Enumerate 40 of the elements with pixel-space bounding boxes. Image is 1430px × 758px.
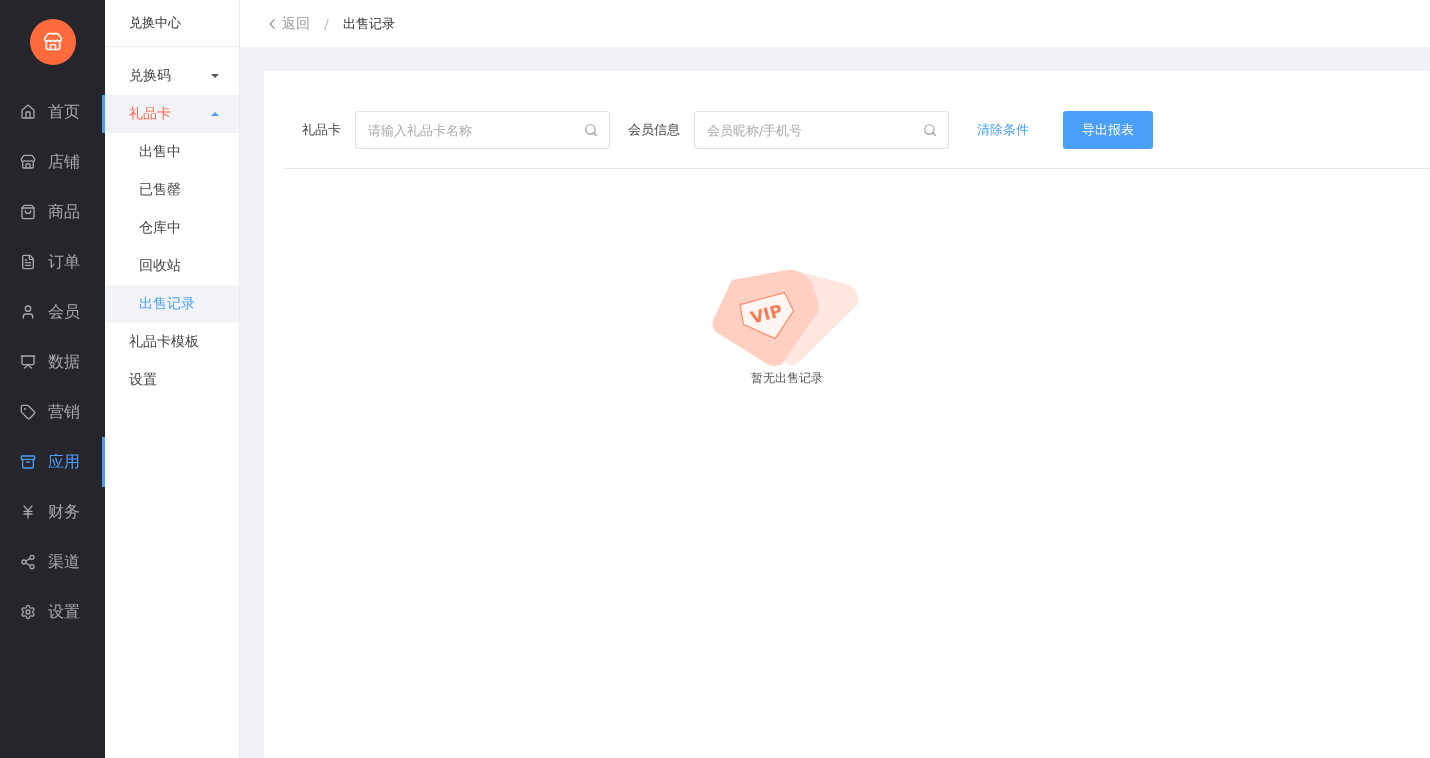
nav-item[interactable]: 应用: [0, 437, 105, 487]
nav-item[interactable]: 营销: [0, 387, 105, 437]
breadcrumb-current: 出售记录: [342, 14, 395, 33]
nav-item[interactable]: 数据: [0, 337, 105, 387]
filter-label: 会员信息: [628, 121, 680, 139]
search-icon: [923, 123, 937, 137]
box-icon: [20, 454, 36, 470]
nav-item[interactable]: 订单: [0, 237, 105, 287]
nav-item[interactable]: 首页: [0, 87, 105, 137]
search-field[interactable]: 请输入礼品卡名称: [355, 111, 610, 149]
search-field[interactable]: 会员昵称/手机号: [694, 111, 949, 149]
store-icon: [20, 154, 36, 170]
sub-nav-item[interactable]: 出售中: [105, 133, 239, 171]
nav-item[interactable]: 会员: [0, 287, 105, 337]
sub-nav-item[interactable]: 已售罄: [105, 171, 239, 209]
chart-board-icon: [20, 354, 36, 370]
sub-nav-item[interactable]: 仓库中: [105, 209, 239, 247]
nav-item[interactable]: 渠道: [0, 537, 105, 587]
bag-icon: [20, 204, 36, 220]
settings-icon: [20, 604, 36, 620]
sub-nav-item[interactable]: 礼品卡模板: [105, 323, 239, 361]
yen-icon: [20, 504, 36, 520]
filter-label: 礼品卡: [302, 121, 341, 139]
sub-nav-item[interactable]: 设置: [105, 361, 239, 399]
nav-item[interactable]: 设置: [0, 587, 105, 637]
home-icon: [20, 104, 36, 120]
store-logo-icon[interactable]: [29, 19, 76, 65]
empty-message: 暂无出售记录: [751, 370, 823, 387]
sub-sidebar-title: 兑换中心: [105, 0, 239, 47]
document-icon: [20, 254, 36, 270]
user-icon: [20, 304, 36, 320]
breadcrumb-separator: /: [324, 15, 329, 32]
search-icon: [584, 123, 598, 137]
tag-icon: [20, 404, 36, 420]
nav-item[interactable]: 财务: [0, 487, 105, 537]
nav-item[interactable]: 店铺: [0, 137, 105, 187]
sub-nav-item[interactable]: 回收站: [105, 247, 239, 285]
sub-nav-item[interactable]: 兑换码: [105, 57, 239, 95]
share-icon: [20, 554, 36, 570]
nav-item[interactable]: 商品: [0, 187, 105, 237]
